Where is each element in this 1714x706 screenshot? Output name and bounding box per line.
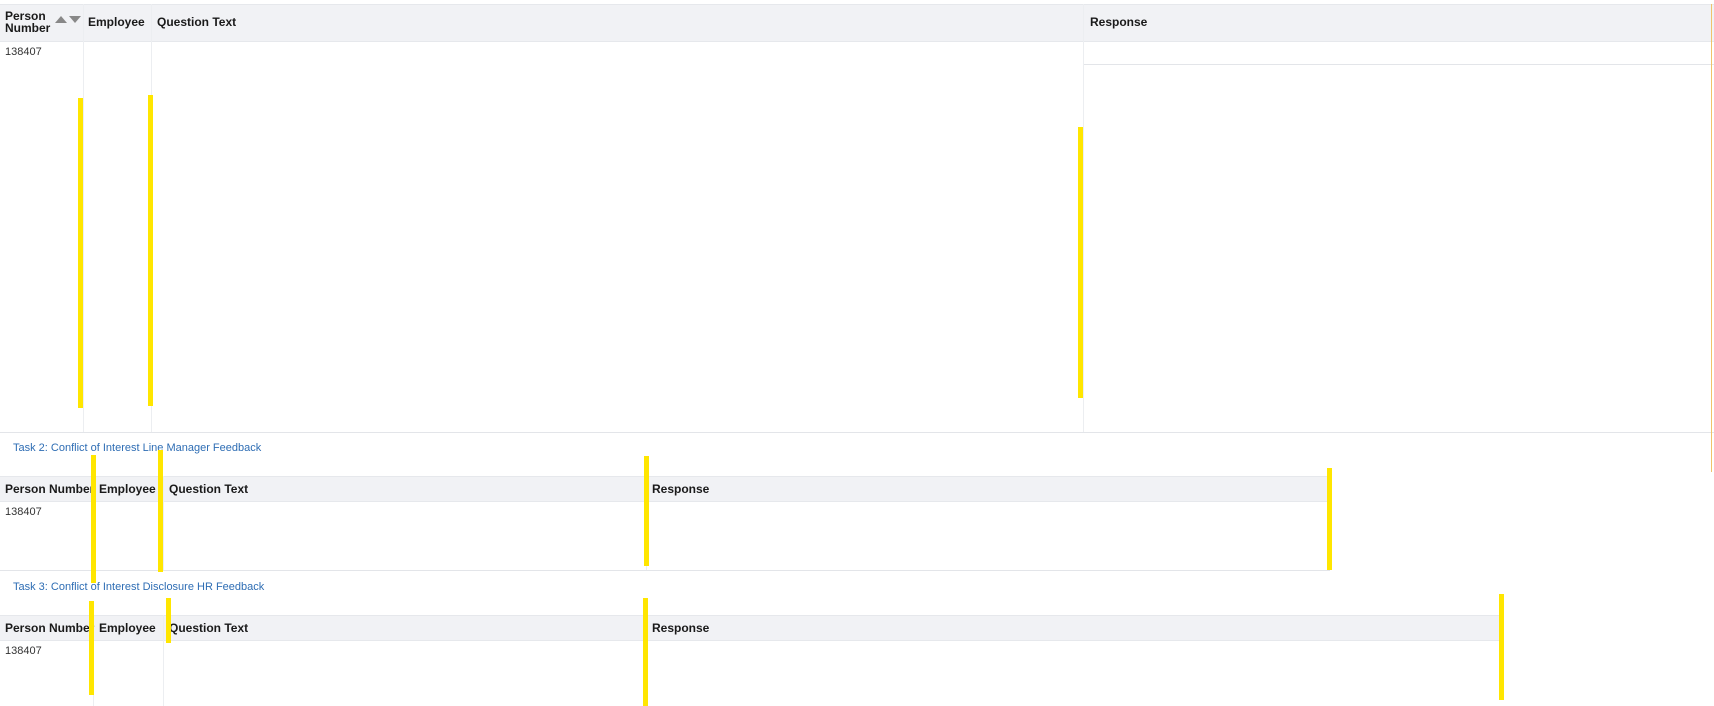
highlight-marker xyxy=(1499,594,1504,700)
table-1-header-row xyxy=(0,4,1714,42)
task-2-title-link[interactable]: Task 2: Conflict of Interest Line Manage… xyxy=(13,442,261,454)
cell-person-number: 138407 xyxy=(5,506,42,518)
cell-person-number: 138407 xyxy=(5,46,42,58)
sort-descending-icon[interactable] xyxy=(69,16,81,23)
col-header-employee[interactable]: Employee xyxy=(99,621,156,635)
highlight-marker xyxy=(643,598,648,706)
highlight-marker xyxy=(644,456,649,566)
highlight-marker xyxy=(78,98,83,408)
col-header-employee[interactable]: Employee xyxy=(88,15,145,29)
task-3-title-link[interactable]: Task 3: Conflict of Interest Disclosure … xyxy=(13,581,264,593)
highlight-marker xyxy=(1078,127,1083,398)
col-header-question-text[interactable]: Question Text xyxy=(169,482,248,496)
highlight-marker xyxy=(166,598,171,643)
col-header-person-number[interactable]: Person Number xyxy=(5,10,50,34)
sort-toggle[interactable] xyxy=(55,16,81,23)
column-divider xyxy=(163,476,164,570)
column-divider xyxy=(163,615,164,706)
column-divider xyxy=(1083,4,1084,432)
response-row-divider xyxy=(1084,64,1714,65)
col-header-question-text[interactable]: Question Text xyxy=(169,621,248,635)
col-header-person-number[interactable]: Person Number xyxy=(5,482,94,496)
col-header-employee[interactable]: Employee xyxy=(99,482,156,496)
right-edge-line xyxy=(1711,4,1712,472)
table-1-bottom-border xyxy=(0,432,1714,433)
column-divider xyxy=(83,4,84,432)
cell-person-number: 138407 xyxy=(5,645,42,657)
highlight-marker xyxy=(148,95,153,406)
col-header-response[interactable]: Response xyxy=(652,482,709,496)
sort-ascending-icon[interactable] xyxy=(55,16,67,23)
col-header-person-number[interactable]: Person Number xyxy=(5,621,94,635)
col-header-response[interactable]: Response xyxy=(1090,15,1147,29)
highlight-marker xyxy=(91,455,96,583)
highlight-marker xyxy=(1327,468,1332,570)
col-header-response[interactable]: Response xyxy=(652,621,709,635)
highlight-marker xyxy=(158,450,163,572)
task-2-bottom-border xyxy=(0,570,1330,571)
highlight-marker xyxy=(89,601,94,695)
col-header-question-text[interactable]: Question Text xyxy=(157,15,236,29)
